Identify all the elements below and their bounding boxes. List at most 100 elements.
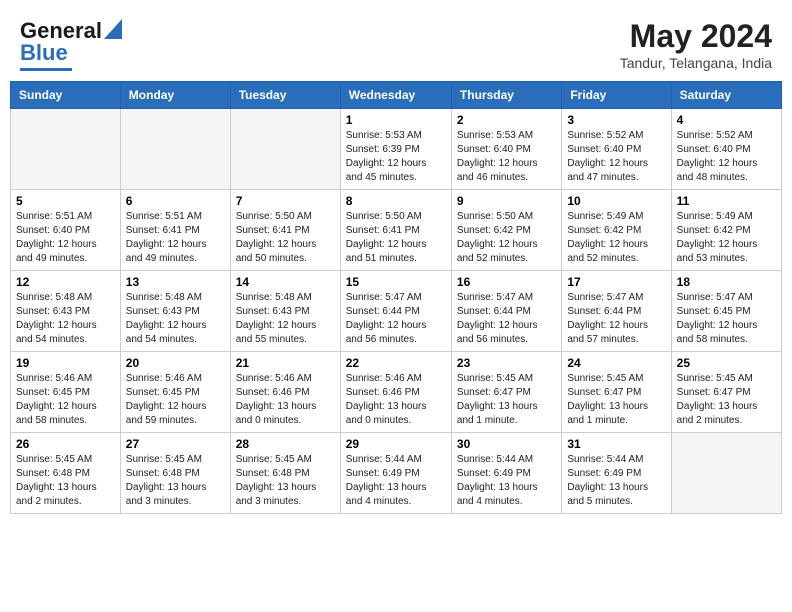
calendar-cell: 25Sunrise: 5:45 AMSunset: 6:47 PMDayligh…	[671, 352, 781, 433]
day-number: 27	[126, 437, 225, 451]
calendar-week-1: 1Sunrise: 5:53 AMSunset: 6:39 PMDaylight…	[11, 109, 782, 190]
day-info: Sunrise: 5:45 AMSunset: 6:48 PMDaylight:…	[126, 453, 225, 509]
day-number: 20	[126, 356, 225, 370]
day-number: 1	[346, 113, 446, 127]
calendar-body: 1Sunrise: 5:53 AMSunset: 6:39 PMDaylight…	[11, 109, 782, 514]
calendar-cell: 7Sunrise: 5:50 AMSunset: 6:41 PMDaylight…	[230, 190, 340, 271]
calendar-cell: 19 Sunrise: 5:46 AMSunset: 6:45 PMDayligh…	[11, 352, 121, 433]
day-number: 3	[567, 113, 665, 127]
day-info: Sunrise: 5:45 AMSunset: 6:47 PMDaylight:…	[457, 372, 556, 428]
calendar-cell: 9Sunrise: 5:50 AMSunset: 6:42 PMDaylight…	[451, 190, 561, 271]
day-info: Sunrise: 5:51 AMSunset: 6:40 PMDaylight:…	[16, 210, 115, 266]
calendar-cell: 21Sunrise: 5:46 AMSunset: 6:46 PMDayligh…	[230, 352, 340, 433]
day-number: 9	[457, 194, 556, 208]
day-number: 24	[567, 356, 665, 370]
day-info: Sunrise: 5:48 AMSunset: 6:43 PMDaylight:…	[236, 291, 335, 347]
calendar-cell: 1Sunrise: 5:53 AMSunset: 6:39 PMDaylight…	[340, 109, 451, 190]
day-number: 14	[236, 275, 335, 289]
calendar-cell: 24 Sunrise: 5:45 AMSunset: 6:47 PMDayligh…	[562, 352, 671, 433]
calendar-cell: 29 Sunrise: 5:44 AMSunset: 6:49 PMDayligh…	[340, 433, 451, 514]
calendar-cell: 3 Sunrise: 5:52 AMSunset: 6:40 PMDaylight…	[562, 109, 671, 190]
calendar-cell: 8 Sunrise: 5:50 AMSunset: 6:41 PMDaylight…	[340, 190, 451, 271]
col-header-sunday: Sunday	[11, 82, 121, 109]
col-header-tuesday: Tuesday	[230, 82, 340, 109]
calendar-cell	[230, 109, 340, 190]
title-block: May 2024 Tandur, Telangana, India	[620, 18, 772, 71]
day-number: 26	[16, 437, 115, 451]
calendar-cell: 23Sunrise: 5:45 AMSunset: 6:47 PMDayligh…	[451, 352, 561, 433]
calendar-header-row: SundayMondayTuesdayWednesdayThursdayFrid…	[11, 82, 782, 109]
day-number: 17	[567, 275, 665, 289]
calendar-table: SundayMondayTuesdayWednesdayThursdayFrid…	[10, 81, 782, 514]
logo-blue: Blue	[20, 40, 68, 66]
calendar-cell: 28 Sunrise: 5:45 AMSunset: 6:48 PMDayligh…	[230, 433, 340, 514]
day-number: 31	[567, 437, 665, 451]
day-number: 6	[126, 194, 225, 208]
calendar-cell: 15 Sunrise: 5:47 AMSunset: 6:44 PMDayligh…	[340, 271, 451, 352]
day-info: Sunrise: 5:44 AMSunset: 6:49 PMDaylight:…	[346, 453, 446, 509]
col-header-wednesday: Wednesday	[340, 82, 451, 109]
day-number: 18	[677, 275, 776, 289]
col-header-saturday: Saturday	[671, 82, 781, 109]
calendar-cell: 20 Sunrise: 5:46 AMSunset: 6:45 PMDayligh…	[120, 352, 230, 433]
calendar-week-3: 12 Sunrise: 5:48 AMSunset: 6:43 PMDayligh…	[11, 271, 782, 352]
day-number: 30	[457, 437, 556, 451]
day-number: 12	[16, 275, 115, 289]
day-info: Sunrise: 5:46 AMSunset: 6:46 PMDaylight:…	[346, 372, 446, 428]
day-info: Sunrise: 5:52 AMSunset: 6:40 PMDaylight:…	[567, 129, 665, 185]
day-number: 10	[567, 194, 665, 208]
page-subtitle: Tandur, Telangana, India	[620, 55, 772, 71]
calendar-week-2: 5 Sunrise: 5:51 AMSunset: 6:40 PMDaylight…	[11, 190, 782, 271]
calendar-cell: 6Sunrise: 5:51 AMSunset: 6:41 PMDaylight…	[120, 190, 230, 271]
day-info: Sunrise: 5:44 AMSunset: 6:49 PMDaylight:…	[457, 453, 556, 509]
calendar-cell: 11Sunrise: 5:49 AMSunset: 6:42 PMDayligh…	[671, 190, 781, 271]
day-number: 25	[677, 356, 776, 370]
day-number: 19	[16, 356, 115, 370]
calendar-cell: 5 Sunrise: 5:51 AMSunset: 6:40 PMDaylight…	[11, 190, 121, 271]
day-number: 5	[16, 194, 115, 208]
day-number: 29	[346, 437, 446, 451]
day-info: Sunrise: 5:53 AMSunset: 6:40 PMDaylight:…	[457, 129, 556, 185]
calendar-cell: 14 Sunrise: 5:48 AMSunset: 6:43 PMDayligh…	[230, 271, 340, 352]
day-info: Sunrise: 5:49 AMSunset: 6:42 PMDaylight:…	[677, 210, 776, 266]
page-title: May 2024	[620, 18, 772, 55]
day-info: Sunrise: 5:47 AMSunset: 6:44 PMDaylight:…	[346, 291, 446, 347]
calendar-cell: 12 Sunrise: 5:48 AMSunset: 6:43 PMDayligh…	[11, 271, 121, 352]
day-info: Sunrise: 5:46 AMSunset: 6:46 PMDaylight:…	[236, 372, 335, 428]
calendar-cell: 22 Sunrise: 5:46 AMSunset: 6:46 PMDayligh…	[340, 352, 451, 433]
day-info: Sunrise: 5:45 AMSunset: 6:48 PMDaylight:…	[236, 453, 335, 509]
col-header-thursday: Thursday	[451, 82, 561, 109]
logo-triangle-icon	[104, 19, 122, 39]
page-header: General Blue May 2024 Tandur, Telangana,…	[10, 10, 782, 75]
calendar-cell: 2Sunrise: 5:53 AMSunset: 6:40 PMDaylight…	[451, 109, 561, 190]
day-info: Sunrise: 5:48 AMSunset: 6:43 PMDaylight:…	[16, 291, 115, 347]
day-info: Sunrise: 5:52 AMSunset: 6:40 PMDaylight:…	[677, 129, 776, 185]
day-info: Sunrise: 5:45 AMSunset: 6:47 PMDaylight:…	[567, 372, 665, 428]
calendar-cell: 4Sunrise: 5:52 AMSunset: 6:40 PMDaylight…	[671, 109, 781, 190]
day-info: Sunrise: 5:47 AMSunset: 6:44 PMDaylight:…	[567, 291, 665, 347]
day-info: Sunrise: 5:46 AMSunset: 6:45 PMDaylight:…	[16, 372, 115, 428]
day-number: 8	[346, 194, 446, 208]
calendar-cell: 10 Sunrise: 5:49 AMSunset: 6:42 PMDayligh…	[562, 190, 671, 271]
day-info: Sunrise: 5:49 AMSunset: 6:42 PMDaylight:…	[567, 210, 665, 266]
day-info: Sunrise: 5:47 AMSunset: 6:44 PMDaylight:…	[457, 291, 556, 347]
day-number: 28	[236, 437, 335, 451]
logo-underline	[20, 68, 72, 71]
day-info: Sunrise: 5:50 AMSunset: 6:41 PMDaylight:…	[346, 210, 446, 266]
calendar-cell: 17 Sunrise: 5:47 AMSunset: 6:44 PMDayligh…	[562, 271, 671, 352]
logo: General Blue	[20, 18, 122, 71]
day-info: Sunrise: 5:46 AMSunset: 6:45 PMDaylight:…	[126, 372, 225, 428]
calendar-cell: 16 Sunrise: 5:47 AMSunset: 6:44 PMDayligh…	[451, 271, 561, 352]
calendar-cell	[120, 109, 230, 190]
calendar-cell: 31 Sunrise: 5:44 AMSunset: 6:49 PMDayligh…	[562, 433, 671, 514]
day-number: 22	[346, 356, 446, 370]
calendar-cell	[671, 433, 781, 514]
day-info: Sunrise: 5:48 AMSunset: 6:43 PMDaylight:…	[126, 291, 225, 347]
day-info: Sunrise: 5:44 AMSunset: 6:49 PMDaylight:…	[567, 453, 665, 509]
calendar-week-4: 19 Sunrise: 5:46 AMSunset: 6:45 PMDayligh…	[11, 352, 782, 433]
day-number: 13	[126, 275, 225, 289]
calendar-cell	[11, 109, 121, 190]
day-number: 15	[346, 275, 446, 289]
day-number: 7	[236, 194, 335, 208]
day-number: 16	[457, 275, 556, 289]
